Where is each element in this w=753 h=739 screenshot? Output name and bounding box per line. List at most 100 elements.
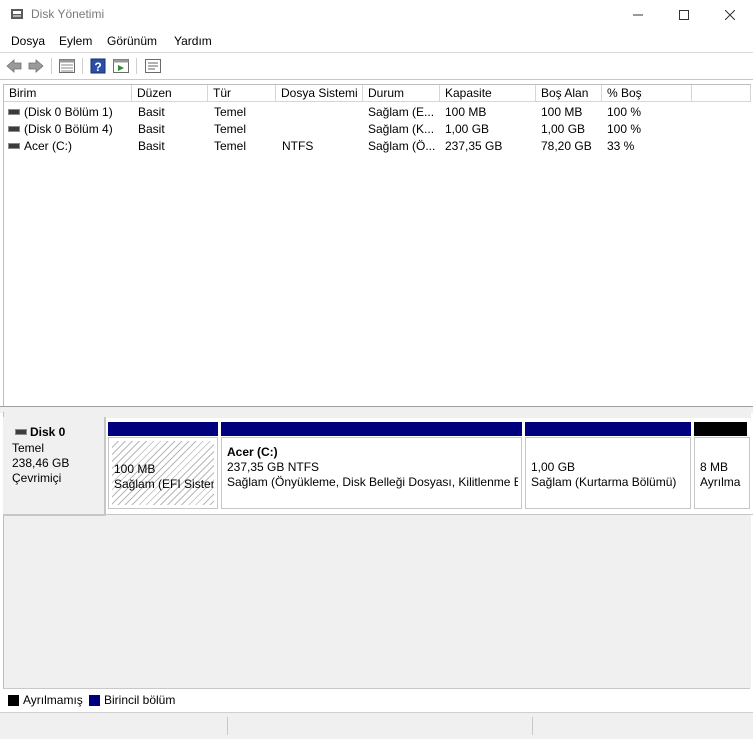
- minimize-button[interactable]: [615, 0, 661, 30]
- svg-text:?: ?: [94, 60, 101, 74]
- column-header-durum[interactable]: Durum: [363, 85, 440, 102]
- cell-birim: (Disk 0 Bölüm 1): [24, 105, 113, 119]
- refresh-view-button[interactable]: [111, 57, 131, 75]
- menu-gorunum[interactable]: Görünüm: [107, 34, 157, 48]
- partition-bar-unallocated: [694, 422, 747, 436]
- disk-type: Temel: [12, 441, 45, 455]
- forward-button[interactable]: [26, 57, 46, 75]
- partition-acer-c[interactable]: Acer (C:) 237,35 GB NTFS Sağlam (Önyükle…: [221, 437, 522, 509]
- legend-swatch-unallocated: [8, 695, 19, 706]
- cell-duzen: Basit: [138, 139, 165, 153]
- cell-dosya-sistemi: NTFS: [282, 139, 314, 153]
- partition-title: Acer (C:): [227, 445, 278, 459]
- back-arrow-icon: [6, 59, 22, 73]
- partition-size: 1,00 GB: [531, 460, 576, 474]
- partition-size: 8 MB: [700, 460, 729, 474]
- cell-durum: Sağlam (Ö...: [368, 139, 436, 153]
- disk-status: Çevrimiçi: [12, 471, 62, 485]
- cell-durum: Sağlam (K...: [368, 122, 435, 136]
- forward-arrow-icon: [28, 59, 44, 73]
- status-separator: [227, 717, 228, 735]
- partition-unallocated[interactable]: 8 MB Ayrılma: [694, 437, 750, 509]
- column-header-tur[interactable]: Tür: [208, 85, 276, 102]
- partition-content: 1,00 GB Sağlam (Kurtarma Bölümü): [529, 441, 687, 505]
- table-row[interactable]: (Disk 0 Bölüm 1) Basit Temel Sağlam (E..…: [4, 104, 751, 121]
- menu-bar: Dosya Eylem Görünüm Yardım: [0, 30, 753, 53]
- settings-list-icon: [145, 59, 161, 73]
- partition-status: Sağlam (EFI Sistem: [114, 477, 214, 491]
- partition-status: Ayrılma: [700, 475, 741, 489]
- close-icon: [725, 10, 735, 20]
- legend: Ayrılmamış Birincil bölüm: [3, 688, 750, 711]
- back-button[interactable]: [4, 57, 24, 75]
- cell-tur: Temel: [214, 122, 247, 136]
- cell-birim: Acer (C:): [24, 139, 72, 153]
- volume-icon: [8, 109, 20, 115]
- cell-duzen: Basit: [138, 105, 165, 119]
- cell-durum: Sağlam (E...: [368, 105, 435, 119]
- legend-swatch-primary: [89, 695, 100, 706]
- cell-kapasite: 237,35 GB: [445, 139, 503, 153]
- properties-grid-icon: [59, 59, 75, 73]
- column-header-yuzde-bos[interactable]: % Boş: [602, 85, 692, 102]
- partition-status: Sağlam (Önyükleme, Disk Belleği Dosyası,…: [227, 475, 518, 489]
- disk-name: Disk 0: [30, 425, 66, 439]
- legend-label-primary: Birincil bölüm: [104, 693, 176, 707]
- disk-info[interactable]: Disk 0 Temel 238,46 GB Çevrimiçi: [3, 417, 106, 516]
- column-header-duzen[interactable]: Düzen: [132, 85, 208, 102]
- window-title: Disk Yönetimi: [31, 7, 105, 21]
- table-row[interactable]: Acer (C:) Basit Temel NTFS Sağlam (Ö... …: [4, 138, 751, 155]
- column-header-empty: [692, 85, 751, 102]
- toolbar-separator: [51, 58, 52, 74]
- selected-partition-hatch: 100 MB Sağlam (EFI Sistem: [112, 441, 214, 505]
- partition-size: 100 MB: [114, 462, 156, 476]
- help-button[interactable]: ?: [88, 57, 108, 75]
- maximize-button[interactable]: [661, 0, 707, 30]
- disk-management-icon: [11, 9, 23, 19]
- menu-eylem[interactable]: Eylem: [59, 34, 92, 48]
- legend-label-unallocated: Ayrılmamış: [23, 693, 83, 707]
- menu-yardim[interactable]: Yardım: [174, 34, 212, 48]
- status-separator: [532, 717, 533, 735]
- minimize-icon: [633, 14, 643, 16]
- table-row[interactable]: (Disk 0 Bölüm 4) Basit Temel Sağlam (K..…: [4, 121, 751, 138]
- status-bar: [0, 712, 753, 739]
- cell-duzen: Basit: [138, 122, 165, 136]
- cell-yuzde-bos: 100 %: [607, 122, 642, 136]
- cell-dosya-sistemi: [282, 121, 362, 138]
- cell-kapasite: 100 MB: [445, 105, 487, 119]
- volume-list[interactable]: Birim Düzen Tür Dosya Sistemi Durum Kapa…: [3, 84, 751, 408]
- partition-bar-primary: [108, 422, 218, 436]
- partition-status: Sağlam (Kurtarma Bölümü): [531, 475, 677, 489]
- partition-content: 8 MB Ayrılma: [698, 441, 746, 505]
- maximize-icon: [679, 10, 689, 20]
- column-header-dosya-sistemi[interactable]: Dosya Sistemi: [276, 85, 363, 102]
- cell-bos-alan: 78,20 GB: [541, 139, 592, 153]
- partition-recovery[interactable]: 1,00 GB Sağlam (Kurtarma Bölümü): [525, 437, 691, 509]
- cell-yuzde-bos: 100 %: [607, 105, 642, 119]
- settings-list-button[interactable]: [143, 57, 163, 75]
- column-header-birim[interactable]: Birim: [4, 85, 132, 102]
- partition-efi[interactable]: 100 MB Sağlam (EFI Sistem: [108, 437, 218, 509]
- partition-bar-primary: [525, 422, 691, 436]
- column-header-kapasite[interactable]: Kapasite: [440, 85, 536, 102]
- cell-dosya-sistemi: [282, 104, 362, 121]
- title-bar[interactable]: Disk Yönetimi: [0, 0, 753, 30]
- cell-tur: Temel: [214, 139, 247, 153]
- menu-dosya[interactable]: Dosya: [11, 34, 45, 48]
- cell-kapasite: 1,00 GB: [445, 122, 490, 136]
- close-button[interactable]: [707, 0, 753, 30]
- disk-size: 238,46 GB: [12, 456, 70, 470]
- toolbar-separator: [82, 58, 83, 74]
- partition-size: 237,35 GB NTFS: [227, 460, 320, 474]
- column-header-bos-alan[interactable]: Boş Alan: [536, 85, 602, 102]
- toolbar-separator: [136, 58, 137, 74]
- cell-tur: Temel: [214, 105, 247, 119]
- cell-bos-alan: 100 MB: [541, 105, 583, 119]
- cell-yuzde-bos: 33 %: [607, 139, 635, 153]
- cell-bos-alan: 1,00 GB: [541, 122, 586, 136]
- properties-button[interactable]: [57, 57, 77, 75]
- volume-icon: [8, 126, 20, 132]
- disk-icon: [15, 429, 27, 435]
- partition-bar-primary: [221, 422, 522, 436]
